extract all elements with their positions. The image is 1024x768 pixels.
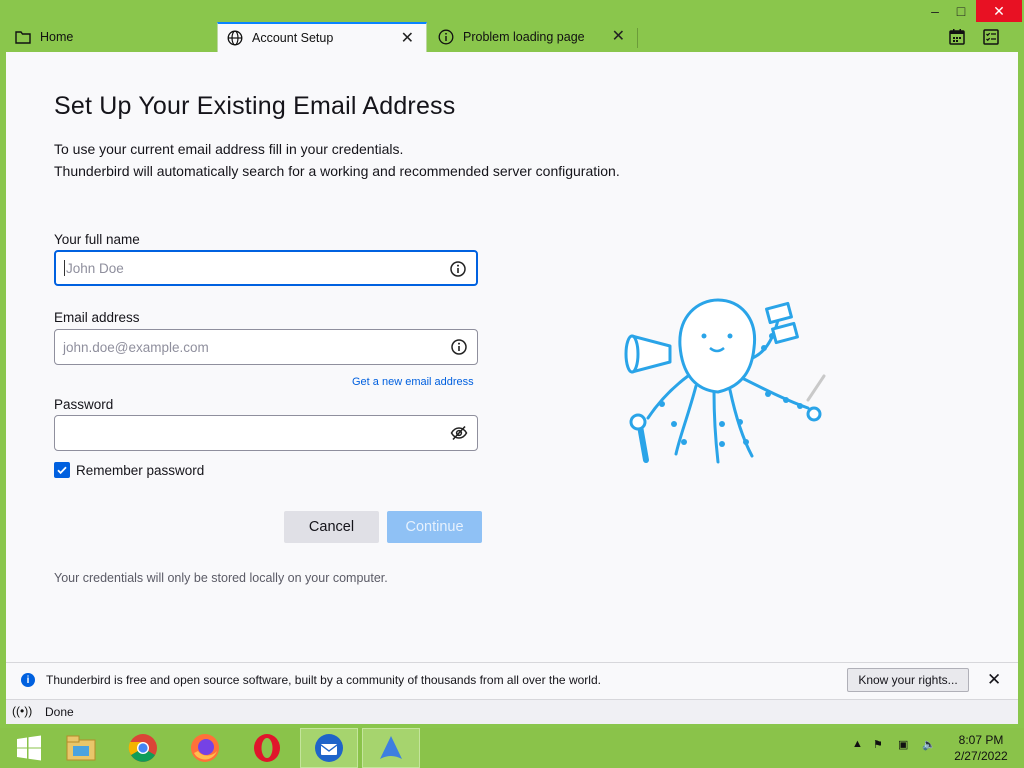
tab-bar: Home Account Setup ✕ Problem loading pag… xyxy=(0,0,1024,52)
opera-icon[interactable] xyxy=(238,728,296,768)
tab-divider xyxy=(637,28,638,48)
page-description: To use your current email address fill i… xyxy=(54,138,620,182)
show-hidden-icons-chevron[interactable]: ▲ xyxy=(852,738,863,750)
clock-date: 2/27/2022 xyxy=(954,749,1008,763)
tab-account-setup[interactable]: Account Setup ✕ xyxy=(217,22,427,52)
window-close-button[interactable]: ✕ xyxy=(976,0,1022,22)
start-button[interactable] xyxy=(0,728,58,768)
tab-home[interactable]: Home xyxy=(6,22,216,52)
file-explorer-icon[interactable] xyxy=(52,728,110,768)
email-field[interactable]: john.doe@example.com xyxy=(54,329,478,365)
volume-icon[interactable]: 🔈 xyxy=(922,738,936,751)
checkmark-icon xyxy=(57,466,67,475)
fullname-placeholder: John Doe xyxy=(66,260,124,276)
cancel-button[interactable]: Cancel xyxy=(284,511,379,543)
tab-problem-loading[interactable]: Problem loading page ✕ xyxy=(429,22,637,52)
close-tab-icon[interactable]: ✕ xyxy=(401,31,414,47)
info-icon xyxy=(437,28,455,46)
maximize-button[interactable]: □ xyxy=(946,0,976,22)
email-label: Email address xyxy=(54,310,140,325)
info-notification-bar: i Thunderbird is free and open source so… xyxy=(6,662,1018,699)
windows-taskbar: ▲ ⚑ ▣ 🔈 8:07 PM 2/27/2022 xyxy=(0,728,1024,768)
remember-password-label[interactable]: Remember password xyxy=(76,463,204,478)
globe-icon xyxy=(226,29,244,47)
continue-button[interactable]: Continue xyxy=(387,511,482,543)
chrome-icon[interactable] xyxy=(114,728,172,768)
windows-logo-icon xyxy=(17,735,41,761)
description-line: Thunderbird will automatically search fo… xyxy=(54,163,620,179)
flag-icon[interactable]: ⚑ xyxy=(873,738,883,751)
thunderbird-icon[interactable] xyxy=(300,728,358,768)
status-bar: ((•)) Done xyxy=(6,699,1018,724)
clock-time: 8:07 PM xyxy=(958,733,1004,747)
account-setup-page: Set Up Your Existing Email Address To us… xyxy=(6,52,1018,662)
text-cursor xyxy=(64,260,65,276)
password-label: Password xyxy=(54,397,114,412)
notification-text: Thunderbird is free and open source soft… xyxy=(46,673,601,687)
close-notification-icon[interactable]: ✕ xyxy=(987,670,1001,690)
email-placeholder: john.doe@example.com xyxy=(63,339,209,355)
network-icon[interactable]: ▣ xyxy=(898,738,908,751)
system-clock[interactable]: 8:07 PM 2/27/2022 xyxy=(946,732,1016,764)
fullname-label: Your full name xyxy=(54,232,140,247)
remember-password-checkbox[interactable] xyxy=(54,462,70,478)
calendar-icon[interactable] xyxy=(948,28,966,46)
tab-label: Problem loading page xyxy=(463,30,585,44)
octopus-mascot-illustration xyxy=(624,298,826,464)
online-status-icon[interactable]: ((•)) xyxy=(12,704,32,718)
info-icon[interactable] xyxy=(449,260,467,278)
window-frame: Home Account Setup ✕ Problem loading pag… xyxy=(0,0,1024,728)
description-line: To use your current email address fill i… xyxy=(54,141,404,157)
app-icon[interactable] xyxy=(362,728,420,768)
eye-slash-icon[interactable] xyxy=(450,424,468,442)
know-your-rights-button[interactable]: Know your rights... xyxy=(847,668,969,692)
page-title: Set Up Your Existing Email Address xyxy=(54,92,456,120)
close-tab-icon[interactable]: ✕ xyxy=(612,29,625,45)
info-icon[interactable] xyxy=(450,338,468,356)
tab-label: Home xyxy=(40,30,74,44)
tasks-icon[interactable] xyxy=(982,28,1000,46)
info-icon: i xyxy=(21,673,35,687)
fullname-field[interactable]: John Doe xyxy=(54,250,478,286)
tab-label: Account Setup xyxy=(252,31,334,45)
password-field[interactable] xyxy=(54,415,478,451)
status-text: Done xyxy=(45,705,74,719)
get-new-email-link[interactable]: Get a new email address xyxy=(352,376,474,388)
firefox-icon[interactable] xyxy=(176,728,234,768)
folder-icon xyxy=(14,28,32,46)
local-storage-note: Your credentials will only be stored loc… xyxy=(54,571,388,585)
